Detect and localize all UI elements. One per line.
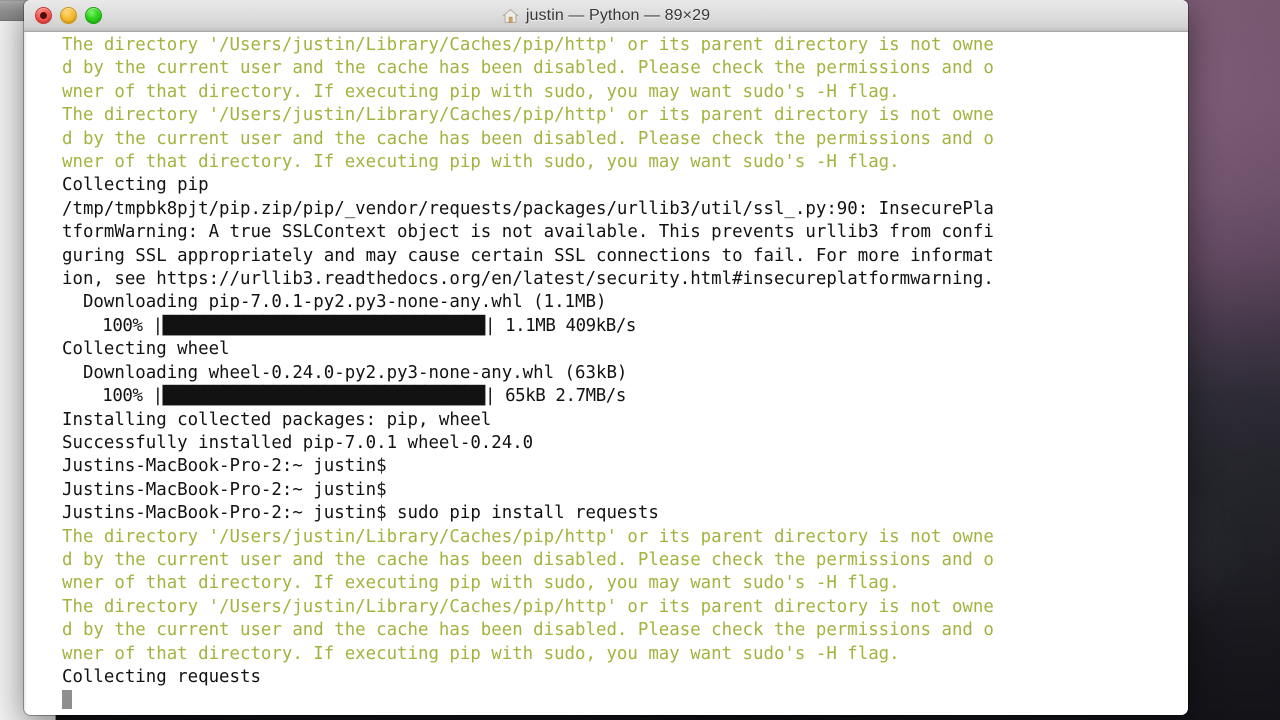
window-title: justin — Python — 89×29 (502, 7, 710, 25)
maximize-button[interactable] (85, 7, 102, 24)
terminal-line: /tmp/tmpbk8pjt/pip.zip/pip/_vendor/reque… (62, 198, 1188, 221)
terminal-line: wner of that directory. If executing pip… (62, 572, 1188, 595)
terminal-line: d by the current user and the cache has … (62, 619, 1188, 642)
window-controls (35, 0, 102, 31)
terminal-line: Downloading wheel-0.24.0-py2.py3-none-an… (62, 362, 1188, 385)
terminal-line: ion, see https://urllib3.readthedocs.org… (62, 268, 1188, 291)
terminal-line: wner of that directory. If executing pip… (62, 643, 1188, 666)
window-title-text: justin — Python — 89×29 (526, 7, 710, 25)
minimize-button[interactable] (60, 7, 77, 24)
terminal-line: The directory '/Users/justin/Library/Cac… (62, 34, 1188, 57)
terminal-line: Collecting wheel (62, 338, 1188, 361)
window-titlebar[interactable]: justin — Python — 89×29 (24, 0, 1188, 32)
terminal-line: wner of that directory. If executing pip… (62, 151, 1188, 174)
terminal-line: Collecting requests (62, 666, 1188, 689)
terminal-line: The directory '/Users/justin/Library/Cac… (62, 104, 1188, 127)
terminal-line: Justins-MacBook-Pro-2:~ justin$ (62, 479, 1188, 502)
terminal-line: wner of that directory. If executing pip… (62, 81, 1188, 104)
terminal-line: Installing collected packages: pip, whee… (62, 409, 1188, 432)
terminal-line: Downloading pip-7.0.1-py2.py3-none-any.w… (62, 291, 1188, 314)
terminal-line: d by the current user and the cache has … (62, 549, 1188, 572)
terminal-line: Successfully installed pip-7.0.1 wheel-0… (62, 432, 1188, 455)
terminal-line: tformWarning: A true SSLContext object i… (62, 221, 1188, 244)
close-button[interactable] (35, 7, 52, 24)
terminal-line: Collecting pip (62, 174, 1188, 197)
terminal-line: 100% |████████████████████████████████| … (62, 385, 1188, 408)
screen: justin — Python — 89×29 The directory '/… (0, 0, 1280, 720)
terminal-cursor-line (62, 689, 1188, 712)
terminal-line: 100% |████████████████████████████████| … (62, 315, 1188, 338)
terminal-cursor (62, 690, 72, 709)
terminal-line: d by the current user and the cache has … (62, 128, 1188, 151)
terminal-output: The directory '/Users/justin/Library/Cac… (24, 34, 1188, 713)
terminal-line: The directory '/Users/justin/Library/Cac… (62, 526, 1188, 549)
terminal-line: guring SSL appropriately and may cause c… (62, 245, 1188, 268)
terminal-line: d by the current user and the cache has … (62, 57, 1188, 80)
terminal-line: Justins-MacBook-Pro-2:~ justin$ sudo pip… (62, 502, 1188, 525)
terminal-line: The directory '/Users/justin/Library/Cac… (62, 596, 1188, 619)
terminal-line: Justins-MacBook-Pro-2:~ justin$ (62, 455, 1188, 478)
terminal-window[interactable]: justin — Python — 89×29 The directory '/… (24, 0, 1188, 715)
home-icon (502, 8, 519, 24)
terminal-body[interactable]: The directory '/Users/justin/Library/Cac… (24, 32, 1188, 715)
